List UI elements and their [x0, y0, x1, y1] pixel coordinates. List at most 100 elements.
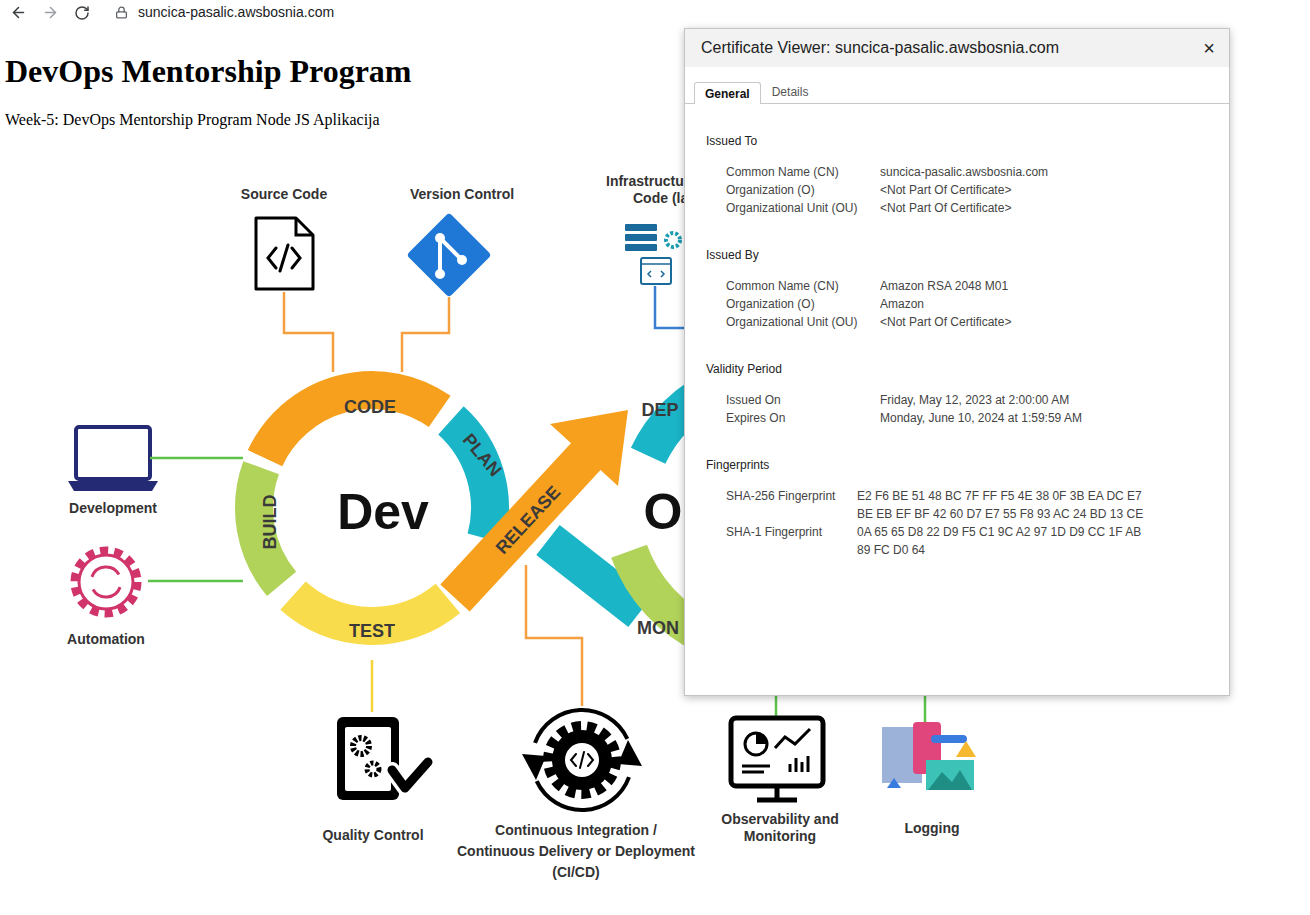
diagram-caption: InfrastructurCode (la: [606, 173, 689, 207]
reload-button[interactable]: [66, 5, 98, 21]
caption-line: Development: [69, 500, 157, 516]
section-heading: Issued To: [706, 132, 1219, 150]
lock-icon: [115, 6, 128, 19]
general-tab-content: Issued To Common Name (CN)suncica-pasalic…: [685, 104, 1229, 559]
laptop-icon: [68, 427, 243, 491]
diagram-caption: Continuous Integration /Continuous Deliv…: [457, 820, 695, 883]
loop-segment: [265, 390, 440, 458]
dialog-header: Certificate Viewer: suncica-pasalic.awsb…: [685, 29, 1229, 67]
row-label: Expires On: [726, 409, 880, 427]
close-button[interactable]: ×: [1199, 38, 1219, 58]
cert-row: Organization (O)<Not Part Of Certificate…: [726, 181, 1219, 199]
loop-label: TEST: [349, 621, 395, 641]
row-label: Organizational Unit (OU): [726, 199, 880, 217]
automation-gear-icon: [75, 551, 243, 613]
tab[interactable]: Details: [761, 81, 820, 103]
diagram-caption: Version Control: [410, 186, 514, 202]
git-icon: [412, 218, 486, 292]
row-value: Friday, May 12, 2023 at 2:00:00 AM: [880, 391, 1069, 409]
value-line: Friday, May 12, 2023 at 2:00:00 AM: [880, 391, 1069, 409]
cert-section: Validity PeriodIssued OnFriday, May 12, …: [706, 360, 1219, 427]
value-line: Amazon RSA 2048 M01: [880, 277, 1008, 295]
cert-row: Issued OnFriday, May 12, 2023 at 2:00:00…: [726, 391, 1219, 409]
value-line: <Not Part Of Certificate>: [880, 199, 1011, 217]
value-line: <Not Part Of Certificate>: [880, 313, 1011, 331]
caption-line: Monitoring: [721, 828, 838, 845]
loop-label: DEP: [641, 400, 678, 420]
forward-button[interactable]: [34, 4, 66, 21]
section-rows: Common Name (CN)suncica-pasalic.awsbosni…: [706, 163, 1219, 217]
caption-line: Logging: [904, 820, 959, 836]
cert-section: Issued By Common Name (CN)Amazon RSA 2048…: [706, 246, 1219, 331]
row-label: Common Name (CN): [726, 163, 880, 181]
row-label: Organization (O): [726, 181, 880, 199]
caption-line: (CI/CD): [457, 862, 695, 883]
url-field[interactable]: suncica-pasalic.awsbosnia.com: [138, 2, 334, 23]
caption-line: Continuous Integration /: [457, 820, 695, 841]
caption-line: Infrastructur: [606, 173, 689, 190]
row-label: Issued On: [726, 391, 880, 409]
diagram-caption: Observability andMonitoring: [721, 811, 838, 845]
row-label: SHA-256 Fingerprint: [726, 487, 857, 523]
cert-row: Organizational Unit (OU)<Not Part Of Cer…: [726, 313, 1219, 331]
value-line: E2 F6 BE 51 48 BC 7F FF F5 4E 38 0F 3B E…: [857, 487, 1143, 505]
row-value: <Not Part Of Certificate>: [880, 181, 1011, 199]
value-line: Amazon: [880, 295, 924, 313]
back-button[interactable]: [2, 4, 34, 21]
row-value: <Not Part Of Certificate>: [880, 313, 1011, 331]
value-line: 0A 65 65 D8 22 D9 F5 C1 9C A2 97 1D D9 C…: [857, 523, 1141, 541]
loop-segment: [254, 468, 282, 584]
loop-label: BUILD: [260, 495, 280, 550]
cert-row: Common Name (CN)suncica-pasalic.awsbosni…: [726, 163, 1219, 181]
tab[interactable]: General: [694, 82, 761, 104]
row-value: <Not Part Of Certificate>: [880, 199, 1011, 217]
logging-icon: [882, 695, 976, 790]
row-label: Organizational Unit (OU): [726, 313, 880, 331]
caption-line: Observability and: [721, 811, 838, 828]
cert-section: Issued To Common Name (CN)suncica-pasalic…: [706, 132, 1219, 217]
forward-arrow-icon: [42, 4, 59, 21]
row-label: Organization (O): [726, 295, 880, 313]
diagram-caption: Quality Control: [322, 827, 423, 843]
value-line: <Not Part Of Certificate>: [880, 181, 1011, 199]
section-rows: SHA-256 FingerprintE2 F6 BE 51 48 BC 7F …: [706, 487, 1219, 559]
value-line: 89 FC D0 64: [857, 541, 1141, 559]
value-line: Monday, June 10, 2024 at 1:59:59 AM: [880, 409, 1082, 427]
loop-label: MON: [637, 618, 679, 638]
cert-row: SHA-256 FingerprintE2 F6 BE 51 48 BC 7F …: [726, 487, 1219, 523]
caption-line: Quality Control: [322, 827, 423, 843]
quality-control-icon: [337, 660, 428, 800]
row-value: Amazon RSA 2048 M01: [880, 277, 1008, 295]
certificate-viewer-dialog: Certificate Viewer: suncica-pasalic.awsb…: [684, 28, 1230, 696]
row-value: Amazon: [880, 295, 924, 313]
diagram-caption: Source Code: [241, 186, 327, 202]
value-line: BE EB EF BF 42 60 D7 E7 55 F8 93 AC 24 B…: [857, 505, 1143, 523]
loop-label: PLAN: [459, 430, 506, 480]
caption-line: Version Control: [410, 186, 514, 202]
caption-line: Continuous Delivery or Deployment: [457, 841, 695, 862]
cert-row: SHA-1 Fingerprint0A 65 65 D8 22 D9 F5 C1…: [726, 523, 1219, 559]
loop-label: CODE: [344, 397, 396, 417]
row-label: Common Name (CN): [726, 277, 880, 295]
caption-line: Automation: [67, 631, 145, 647]
ops-label: O: [644, 484, 683, 540]
section-rows: Issued OnFriday, May 12, 2023 at 2:00:00…: [706, 391, 1219, 427]
cert-row: Organizational Unit (OU)<Not Part Of Cer…: [726, 199, 1219, 217]
code-file-icon: [256, 218, 313, 289]
dialog-title: Certificate Viewer: suncica-pasalic.awsb…: [701, 36, 1059, 60]
browser-window: suncica-pasalic.awsbosnia.comDevOps Ment…: [0, 0, 1310, 915]
row-value: Monday, June 10, 2024 at 1:59:59 AM: [880, 409, 1082, 427]
tab-bar: GeneralDetails: [685, 67, 1229, 104]
cert-section: Fingerprints SHA-256 FingerprintE2 F6 BE …: [706, 456, 1219, 559]
section-heading: Fingerprints: [706, 456, 1219, 474]
back-arrow-icon: [10, 4, 27, 21]
caption-line: Source Code: [241, 186, 327, 202]
cert-row: Common Name (CN)Amazon RSA 2048 M01: [726, 277, 1219, 295]
release-arrow: [455, 410, 628, 598]
reload-icon: [74, 5, 90, 21]
section-rows: Common Name (CN)Amazon RSA 2048 M01Organ…: [706, 277, 1219, 331]
row-value: 0A 65 65 D8 22 D9 F5 C1 9C A2 97 1D D9 C…: [857, 523, 1141, 559]
cert-row: Expires OnMonday, June 10, 2024 at 1:59:…: [726, 409, 1219, 427]
section-heading: Issued By: [706, 246, 1219, 264]
row-label: SHA-1 Fingerprint: [726, 523, 857, 559]
